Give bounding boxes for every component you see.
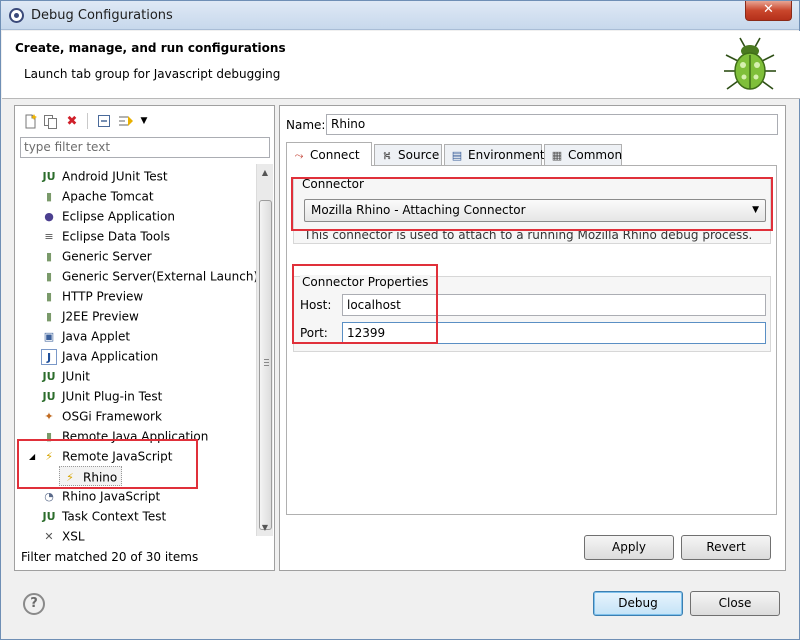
server-icon: ▮ (45, 249, 53, 263)
scrollbar-thumb[interactable] (259, 200, 272, 530)
launch-configuration-tree-pane: ✖ ▼ type filter text JU Android JUnit Tes… (14, 105, 275, 571)
osgi-icon: ✦ (44, 409, 54, 423)
new-configuration-icon[interactable] (21, 112, 39, 130)
tree-item-task-context-test[interactable]: JU Task Context Test (41, 506, 166, 526)
source-icon: ⛕ (382, 148, 392, 162)
connector-group-label: Connector (300, 177, 366, 191)
connector-group: Connector Mozilla Rhino - Attaching Conn… (293, 177, 771, 244)
tree-item-junit[interactable]: JU JUnit (41, 366, 89, 386)
name-input[interactable]: Rhino (326, 114, 778, 135)
expanded-arrow-icon[interactable]: ◢ (29, 452, 35, 461)
scroll-down-arrow-icon[interactable]: ▼ (257, 519, 273, 536)
tree-item-eclipse-application[interactable]: ● Eclipse Application (41, 206, 175, 226)
tree-item-android-junit-test[interactable]: JU Android JUnit Test (41, 166, 167, 186)
filter-input[interactable]: type filter text (20, 137, 270, 158)
tab-connect[interactable]: ⤳ Connect (286, 142, 372, 166)
server-icon: ▮ (45, 309, 53, 323)
chevron-down-icon: ▼ (752, 205, 759, 215)
connect-tab-content: Connector Mozilla Rhino - Attaching Conn… (286, 165, 777, 515)
connector-properties-group: Connector Properties Host: localhost Por… (293, 275, 771, 352)
database-icon: ≡ (44, 229, 54, 243)
tree-vertical-scrollbar[interactable]: ▲ ▼ (256, 164, 273, 536)
junit-icon: JU (42, 369, 56, 383)
configuration-editor-pane: Name: Rhino ⤳ Connect ⛕ Source ▤ Environmen… (279, 105, 786, 571)
tree-item-junit-plugin-test[interactable]: JU JUnit Plug-in Test (41, 386, 162, 406)
view-menu-chevron-down-icon[interactable]: ▼ (135, 112, 153, 130)
tree-item-eclipse-data-tools[interactable]: ≡ Eclipse Data Tools (41, 226, 170, 246)
rhino-lightning-icon: ⚡ (45, 449, 54, 463)
tree-toolbar: ✖ ▼ (19, 110, 269, 132)
server-icon: ▮ (45, 269, 53, 283)
delete-icon[interactable]: ✖ (63, 112, 81, 130)
bug-icon (724, 37, 776, 90)
tree-item-apache-tomcat[interactable]: ▮ Apache Tomcat (41, 186, 154, 206)
close-button[interactable]: Close (690, 591, 780, 616)
duplicate-icon[interactable] (41, 112, 59, 130)
connector-description: This connector is used to attach to a ru… (304, 228, 753, 242)
host-label: Host: (300, 298, 332, 312)
debug-configurations-dialog: Debug Configurations ✕ Create, manage, a… (0, 0, 800, 640)
tree-item-java-application[interactable]: J Java Application (41, 346, 158, 366)
tree-item-j2ee-preview[interactable]: ▮ J2EE Preview (41, 306, 139, 326)
connect-icon: ⤳ (294, 148, 304, 162)
common-icon: ▦ (551, 148, 563, 162)
config-tabs: ⤳ Connect ⛕ Source ▤ Environment ▦ Common (286, 142, 776, 166)
java-app-icon: J (41, 348, 57, 365)
revert-button[interactable]: Revert (681, 535, 771, 560)
banner-heading: Create, manage, and run configurations (15, 41, 286, 55)
tree-item-rhino[interactable]: ⚡ Rhino (59, 466, 123, 486)
tree-item-generic-server-external[interactable]: ▮ Generic Server(External Launch) (41, 266, 258, 286)
tree-item-osgi-framework[interactable]: ✦ OSGi Framework (41, 406, 162, 426)
name-label: Name: (286, 118, 326, 132)
apply-button[interactable]: Apply (584, 535, 674, 560)
remote-java-icon: ▮ (45, 429, 53, 443)
tree-item-rhino-javascript[interactable]: ◔ Rhino JavaScript (41, 486, 160, 506)
close-window-button[interactable]: ✕ (745, 1, 792, 21)
tree-item-remote-javascript[interactable]: ◢ ⚡ Remote JavaScript (29, 446, 172, 466)
junit-icon: JU (42, 509, 56, 523)
tab-common[interactable]: ▦ Common (544, 144, 622, 165)
filter-status-text: Filter matched 20 of 30 items (21, 550, 199, 564)
title-bar: Debug Configurations ✕ (1, 1, 799, 30)
connector-selected-value: Mozilla Rhino - Attaching Connector (311, 203, 526, 217)
rhino-lightning-icon: ⚡ (66, 470, 74, 484)
server-icon: ▮ (45, 189, 53, 203)
tree-item-xsl[interactable]: ✕ XSL (41, 526, 84, 546)
server-icon: ▮ (45, 289, 53, 303)
junit-icon: JU (42, 169, 56, 183)
host-input[interactable]: localhost (342, 294, 766, 316)
eclipse-app-icon: ● (44, 209, 54, 223)
tree-item-generic-server[interactable]: ▮ Generic Server (41, 246, 152, 266)
applet-icon: ▣ (43, 329, 55, 343)
tree-item-remote-java-application[interactable]: ▮ Remote Java Application (41, 426, 208, 446)
tab-environment[interactable]: ▤ Environment (444, 144, 545, 165)
header-banner: Create, manage, and run configurations L… (2, 31, 800, 99)
port-label: Port: (300, 326, 328, 340)
configuration-tree: JU Android JUnit Test ▮ Apache Tomcat ● Ecl… (15, 166, 260, 544)
debug-button[interactable]: Debug (593, 591, 683, 616)
grip-line (264, 365, 269, 366)
grip-line (264, 359, 269, 360)
tree-item-http-preview[interactable]: ▮ HTTP Preview (41, 286, 143, 306)
scroll-up-arrow-icon[interactable]: ▲ (257, 164, 273, 181)
connector-properties-label: Connector Properties (300, 275, 431, 289)
toolbar-separator (87, 113, 88, 129)
banner-description: Launch tab group for Javascript debuggin… (24, 67, 281, 81)
port-input[interactable]: 12399 (342, 322, 766, 344)
tree-item-java-applet[interactable]: ▣ Java Applet (41, 326, 130, 346)
tab-source[interactable]: ⛕ Source (374, 144, 442, 165)
filter-icon[interactable] (117, 112, 135, 130)
rhino-javascript-icon: ◔ (44, 489, 54, 503)
help-icon[interactable]: ? (23, 593, 45, 615)
xsl-icon: ✕ (44, 529, 54, 543)
collapse-all-icon[interactable] (95, 112, 113, 130)
grip-line (264, 362, 269, 363)
environment-icon: ▤ (451, 148, 463, 162)
connector-dropdown[interactable]: Mozilla Rhino - Attaching Connector ▼ (304, 199, 766, 222)
window-title: Debug Configurations (31, 8, 173, 23)
eclipse-icon (9, 8, 24, 23)
junit-icon: JU (42, 389, 56, 403)
